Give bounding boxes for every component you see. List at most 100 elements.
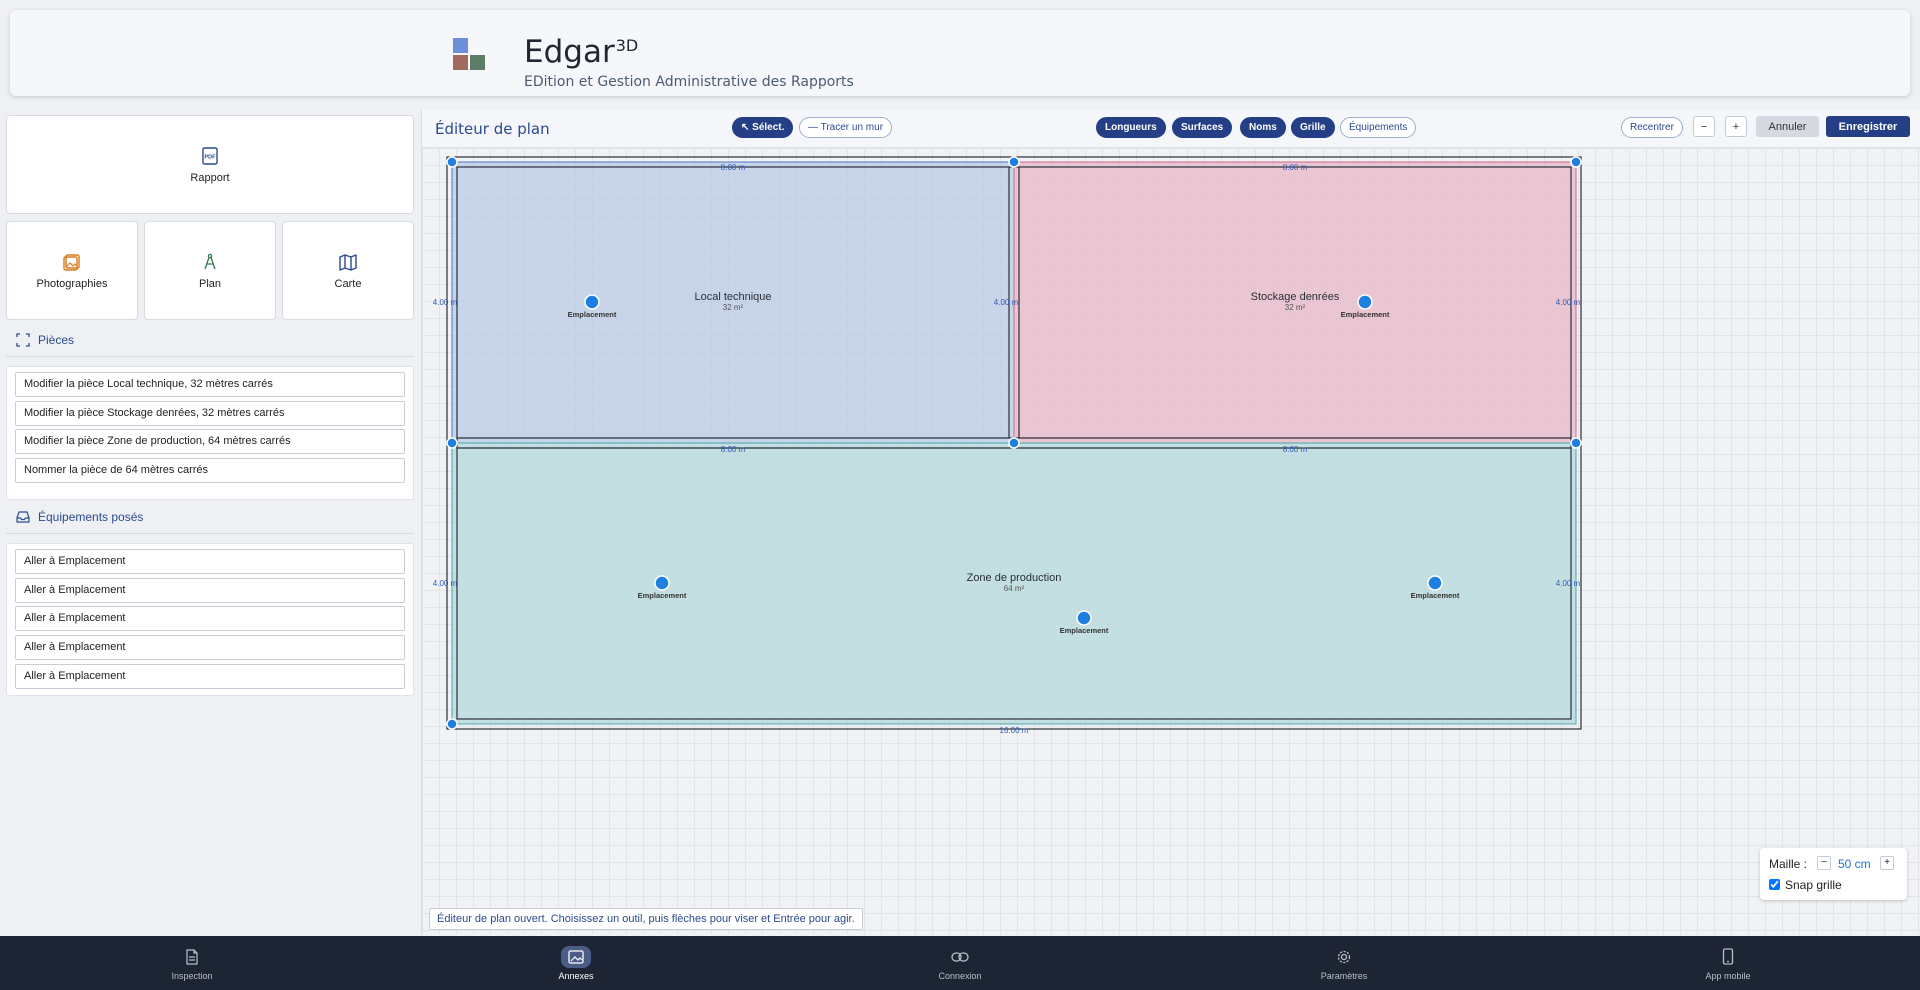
equipment-label: Emplacement bbox=[1341, 310, 1390, 319]
app-title: Edgar3D bbox=[524, 34, 639, 70]
nav-connexion[interactable]: Connexion bbox=[900, 936, 1020, 990]
pieces-list: Modifier la pièce Local technique, 32 mè… bbox=[6, 366, 414, 500]
vertex-handle[interactable] bbox=[446, 718, 458, 730]
equipment-marker[interactable] bbox=[1076, 610, 1092, 626]
document-icon bbox=[177, 946, 207, 968]
pdf-icon: PDF bbox=[202, 146, 218, 165]
zoom-in-button[interactable]: + bbox=[1725, 116, 1747, 137]
length-label: 8.00 m bbox=[721, 445, 746, 454]
nav-app-mobile[interactable]: App mobile bbox=[1668, 936, 1788, 990]
editor-title: Éditeur de plan bbox=[435, 120, 550, 138]
mesh-panel: Maille : − 50 cm + Snap grille bbox=[1760, 848, 1907, 900]
vertex-handle[interactable] bbox=[446, 156, 458, 168]
nav-parametres[interactable]: Paramètres bbox=[1284, 936, 1404, 990]
room-area-label: 32 m² bbox=[723, 303, 744, 312]
toggle-grille[interactable]: Grille bbox=[1291, 117, 1335, 138]
nav-annexes[interactable]: Annexes bbox=[516, 936, 636, 990]
length-label: 8.00 m bbox=[1283, 163, 1308, 172]
room-area-label: 32 m² bbox=[1285, 303, 1306, 312]
equipment-label: Emplacement bbox=[568, 310, 617, 319]
tile-rapport-label: Rapport bbox=[190, 171, 230, 184]
equipement-item[interactable]: Aller à Emplacement bbox=[15, 578, 405, 603]
divider bbox=[6, 533, 414, 534]
equipment-label: Emplacement bbox=[1060, 626, 1109, 635]
bottom-nav: Inspection Annexes Connexion Paramètres … bbox=[0, 936, 1920, 990]
equipment-marker[interactable] bbox=[654, 575, 670, 591]
length-label: 4.00 m bbox=[994, 298, 1019, 307]
equipment-label: Emplacement bbox=[1411, 591, 1460, 600]
nav-app-mobile-label: App mobile bbox=[1705, 970, 1751, 981]
app-subtitle: EDition et Gestion Administrative des Ra… bbox=[524, 74, 854, 90]
vertex-handle[interactable] bbox=[1008, 437, 1020, 449]
photo-icon bbox=[63, 253, 80, 271]
length-label: 4.00 m bbox=[1556, 298, 1581, 307]
piece-item[interactable]: Modifier la pièce Local technique, 32 mè… bbox=[15, 372, 405, 397]
tool-select-button[interactable]: ↖ Sélect. bbox=[732, 117, 794, 138]
equipment-marker[interactable] bbox=[584, 294, 600, 310]
piece-item[interactable]: Modifier la pièce Stockage denrées, 32 m… bbox=[15, 401, 405, 426]
enregistrer-button[interactable]: Enregistrer bbox=[1826, 116, 1910, 137]
length-label: 4.00 m bbox=[433, 298, 458, 307]
annuler-button[interactable]: Annuler bbox=[1756, 116, 1819, 137]
map-icon bbox=[339, 253, 357, 271]
link-icon bbox=[945, 946, 975, 968]
plan-canvas[interactable]: 8.00 m 8.00 m 8.00 m 8.00 m 16.00 m 4.00… bbox=[422, 148, 1920, 935]
inbox-icon bbox=[16, 511, 30, 523]
room-area-label: 64 m² bbox=[1004, 584, 1025, 593]
equipment-marker[interactable] bbox=[1427, 575, 1443, 591]
equipment-label: Emplacement bbox=[638, 591, 687, 600]
recentrer-button[interactable]: Recentrer bbox=[1621, 117, 1683, 138]
equipment-marker[interactable] bbox=[1357, 294, 1373, 310]
tile-photographies[interactable]: Photographies bbox=[6, 221, 138, 320]
toggle-noms[interactable]: Noms bbox=[1240, 117, 1286, 138]
equipement-item[interactable]: Aller à Emplacement bbox=[15, 664, 405, 689]
length-label: 4.00 m bbox=[433, 579, 458, 588]
mesh-value: 50 cm bbox=[1838, 857, 1871, 871]
app-header: Edgar3D EDition et Gestion Administrativ… bbox=[10, 10, 1910, 96]
toggle-longueurs[interactable]: Longueurs bbox=[1096, 117, 1166, 138]
tile-plan-label: Plan bbox=[198, 277, 222, 290]
tile-rapport[interactable]: PDF Rapport bbox=[6, 115, 414, 214]
nav-annexes-label: Annexes bbox=[558, 970, 594, 981]
plan-svg[interactable]: 8.00 m 8.00 m 8.00 m 8.00 m 16.00 m 4.00… bbox=[422, 148, 1920, 935]
toggle-surfaces[interactable]: Surfaces bbox=[1172, 117, 1233, 138]
mesh-plus-button[interactable]: + bbox=[1880, 856, 1894, 870]
app-logo bbox=[453, 36, 497, 80]
snap-grid-checkbox[interactable] bbox=[1769, 879, 1780, 890]
mobile-icon bbox=[1713, 946, 1743, 968]
length-label: 4.00 m bbox=[1556, 579, 1581, 588]
mesh-minus-button[interactable]: − bbox=[1817, 856, 1831, 870]
section-pieces: Pièces bbox=[16, 333, 74, 347]
length-label: 16.00 m bbox=[1000, 726, 1029, 735]
vertex-handle[interactable] bbox=[1570, 156, 1582, 168]
room-name-label: Local technique bbox=[694, 291, 771, 303]
piece-item[interactable]: Modifier la pièce Zone de production, 64… bbox=[15, 429, 405, 454]
piece-item[interactable]: Nommer la pièce de 64 mètres carrés bbox=[15, 458, 405, 483]
tile-carte[interactable]: Carte bbox=[282, 221, 414, 320]
section-equipements: Équipements posés bbox=[16, 510, 143, 524]
tool-wall-button[interactable]: — Tracer un mur bbox=[799, 117, 893, 138]
editor-toolbar: Éditeur de plan ↖ Sélect. — Tracer un mu… bbox=[422, 110, 1920, 148]
vertex-handle[interactable] bbox=[446, 437, 458, 449]
zoom-out-button[interactable]: − bbox=[1693, 116, 1715, 137]
nav-inspection-label: Inspection bbox=[171, 970, 213, 981]
equipements-list: Aller à Emplacement Aller à Emplacement … bbox=[6, 543, 414, 696]
tile-plan[interactable]: Plan bbox=[144, 221, 276, 320]
section-equipements-title: Équipements posés bbox=[38, 510, 144, 524]
tile-photographies-label: Photographies bbox=[36, 277, 108, 290]
room-name-label: Zone de production bbox=[967, 572, 1062, 584]
equipement-item[interactable]: Aller à Emplacement bbox=[15, 549, 405, 574]
image-icon bbox=[561, 945, 591, 968]
divider bbox=[6, 356, 414, 357]
toggle-equipements[interactable]: Équipements bbox=[1340, 117, 1417, 138]
expand-icon bbox=[16, 333, 30, 347]
equipement-item[interactable]: Aller à Emplacement bbox=[15, 635, 405, 660]
vertex-handle[interactable] bbox=[1570, 437, 1582, 449]
status-message: Éditeur de plan ouvert. Choisissez un ou… bbox=[429, 908, 863, 930]
nav-connexion-label: Connexion bbox=[938, 970, 982, 981]
vertex-handle[interactable] bbox=[1008, 156, 1020, 168]
nav-inspection[interactable]: Inspection bbox=[132, 936, 252, 990]
length-label: 8.00 m bbox=[1283, 445, 1308, 454]
equipement-item[interactable]: Aller à Emplacement bbox=[15, 606, 405, 631]
room-name-label: Stockage denrées bbox=[1251, 291, 1340, 303]
